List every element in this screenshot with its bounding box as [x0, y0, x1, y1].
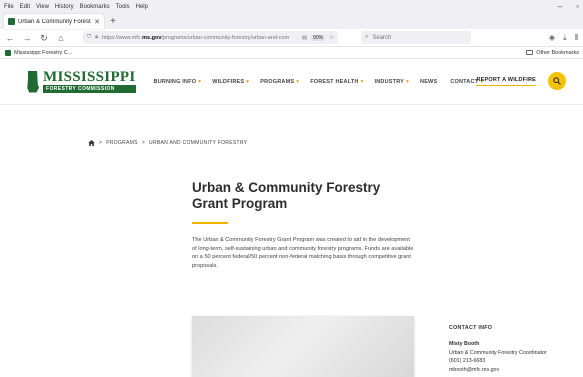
chevron-down-icon: ▾: [198, 78, 202, 85]
restore-button[interactable]: ▫: [576, 0, 579, 13]
nav-industry[interactable]: INDUSTRY ▾: [375, 79, 409, 85]
report-wildfire-link[interactable]: REPORT A WILDFIRE: [476, 77, 536, 86]
lock-icon[interactable]: 🔒︎: [95, 34, 98, 41]
tab-title: Urban & Community Forestry G: [18, 18, 91, 25]
title-underline: [192, 222, 228, 224]
site-search-button[interactable]: [548, 72, 566, 90]
intro-paragraph: The Urban & Community Forestry Grant Pro…: [192, 237, 414, 269]
zoom-level[interactable]: 90%: [311, 34, 326, 41]
contact-phone[interactable]: (601) 213-6683: [449, 357, 579, 365]
url-text[interactable]: https://www.mfc.ms.gov/programs/urban-co…: [102, 35, 298, 41]
nav-forest-health[interactable]: FOREST HEALTH ▾: [310, 79, 363, 85]
pocket-icon[interactable]: ◈: [549, 33, 555, 43]
breadcrumb-separator: >: [99, 140, 103, 146]
menu-help[interactable]: Help: [136, 4, 148, 10]
tab-strip: Urban & Community Forestry G ✕ +: [0, 13, 583, 29]
search-icon: [553, 77, 561, 85]
library-icon[interactable]: ⫴: [575, 33, 578, 43]
bookmark-favicon-icon: [5, 49, 11, 56]
tab-urban-forestry[interactable]: Urban & Community Forestry G ✕: [4, 14, 104, 29]
contact-info: CONTACT INFO Misty Booth Urban & Communi…: [449, 324, 579, 374]
mississippi-state-icon: [27, 70, 39, 93]
site-favicon-icon: [8, 18, 15, 25]
bookmark-star-icon[interactable]: ☆: [329, 35, 334, 41]
chevron-down-icon: ▾: [406, 78, 410, 85]
page-title: Urban & Community Forestry Grant Program: [192, 180, 381, 211]
reload-icon[interactable]: ↻: [39, 29, 49, 47]
folder-icon: [526, 50, 534, 55]
bookmarks-bar: Mississippi Forestry C... Other Bookmark…: [0, 47, 583, 59]
breadcrumb-current: URBAN AND COMMUNITY FORESTRY: [149, 140, 248, 146]
window-controls: – ▫: [558, 0, 579, 13]
back-icon[interactable]: ←: [5, 29, 15, 47]
breadcrumb-programs[interactable]: PROGRAMS: [106, 140, 138, 146]
menu-edit[interactable]: Edit: [20, 4, 30, 10]
bookmark-mississippi-forestry[interactable]: Mississippi Forestry C...: [14, 50, 72, 56]
downloads-icon[interactable]: ⤓: [563, 33, 567, 43]
search-placeholder: Search: [372, 34, 392, 41]
logo-name: MISSISSIPPI: [43, 69, 136, 85]
browser-search-field[interactable]: ⌕ Search: [361, 31, 471, 44]
chevron-down-icon: ▾: [246, 78, 250, 85]
main-nav: BURNING INFO ▾ WILDFIRES ▾ PROGRAMS ▾ FORES…: [154, 79, 484, 85]
url-bar[interactable]: ⛉ 🔒︎ https://www.mfc.ms.gov/programs/urb…: [83, 31, 338, 44]
breadcrumb-separator: >: [141, 140, 146, 146]
breadcrumb: > PROGRAMS > URBAN AND COMMUNITY FORESTR…: [88, 140, 247, 146]
menu-view[interactable]: View: [36, 4, 49, 10]
menu-tools[interactable]: Tools: [116, 4, 130, 10]
contact-role: Urban & Community Forestry Coordinator: [449, 349, 547, 356]
nav-news[interactable]: NEWS: [420, 79, 439, 85]
home-icon[interactable]: [88, 140, 95, 146]
logo-subtitle: FORESTRY COMMISSION: [43, 85, 136, 93]
new-tab-button[interactable]: +: [110, 14, 116, 29]
nav-wildfires[interactable]: WILDFIRES ▾: [212, 79, 249, 85]
site-logo[interactable]: MISSISSIPPI FORESTRY COMMISSION: [26, 70, 136, 93]
other-bookmarks-label: Other Bookmarks: [536, 49, 579, 56]
menu-history[interactable]: History: [55, 4, 74, 10]
logo-text: MISSISSIPPI FORESTRY COMMISSION: [43, 70, 136, 93]
forward-icon[interactable]: →: [22, 29, 32, 47]
contact-email[interactable]: mbooth@mfc.ms.gov: [449, 366, 579, 374]
chevron-down-icon: ▾: [360, 78, 364, 85]
browser-menubar: File Edit View History Bookmarks Tools H…: [0, 0, 583, 13]
site-header: MISSISSIPPI FORESTRY COMMISSION BURNING …: [0, 59, 583, 105]
reader-view-icon[interactable]: ▤: [302, 35, 307, 41]
home-icon[interactable]: ⌂: [56, 29, 66, 47]
minimize-button[interactable]: –: [558, 0, 562, 13]
menu-file[interactable]: File: [4, 4, 14, 10]
search-icon: ⌕: [365, 34, 369, 40]
contact-heading: CONTACT INFO: [449, 325, 493, 331]
other-bookmarks[interactable]: Other Bookmarks: [526, 50, 579, 56]
tab-close-icon[interactable]: ✕: [94, 18, 100, 26]
toolbar-right: ◈ ⤓ ⫴: [549, 33, 578, 43]
browser-navbar: ← → ↻ ⌂ ⛉ 🔒︎ https://www.mfc.ms.gov/prog…: [0, 29, 583, 47]
tracking-shield-icon[interactable]: ⛉: [87, 34, 91, 41]
nav-burning-info[interactable]: BURNING INFO ▾: [154, 79, 202, 85]
contact-name: Misty Booth: [449, 341, 480, 348]
menu-bookmarks[interactable]: Bookmarks: [80, 4, 110, 10]
program-photo: [192, 316, 414, 377]
nav-programs[interactable]: PROGRAMS ▾: [260, 79, 299, 85]
chevron-down-icon: ▾: [296, 78, 300, 85]
